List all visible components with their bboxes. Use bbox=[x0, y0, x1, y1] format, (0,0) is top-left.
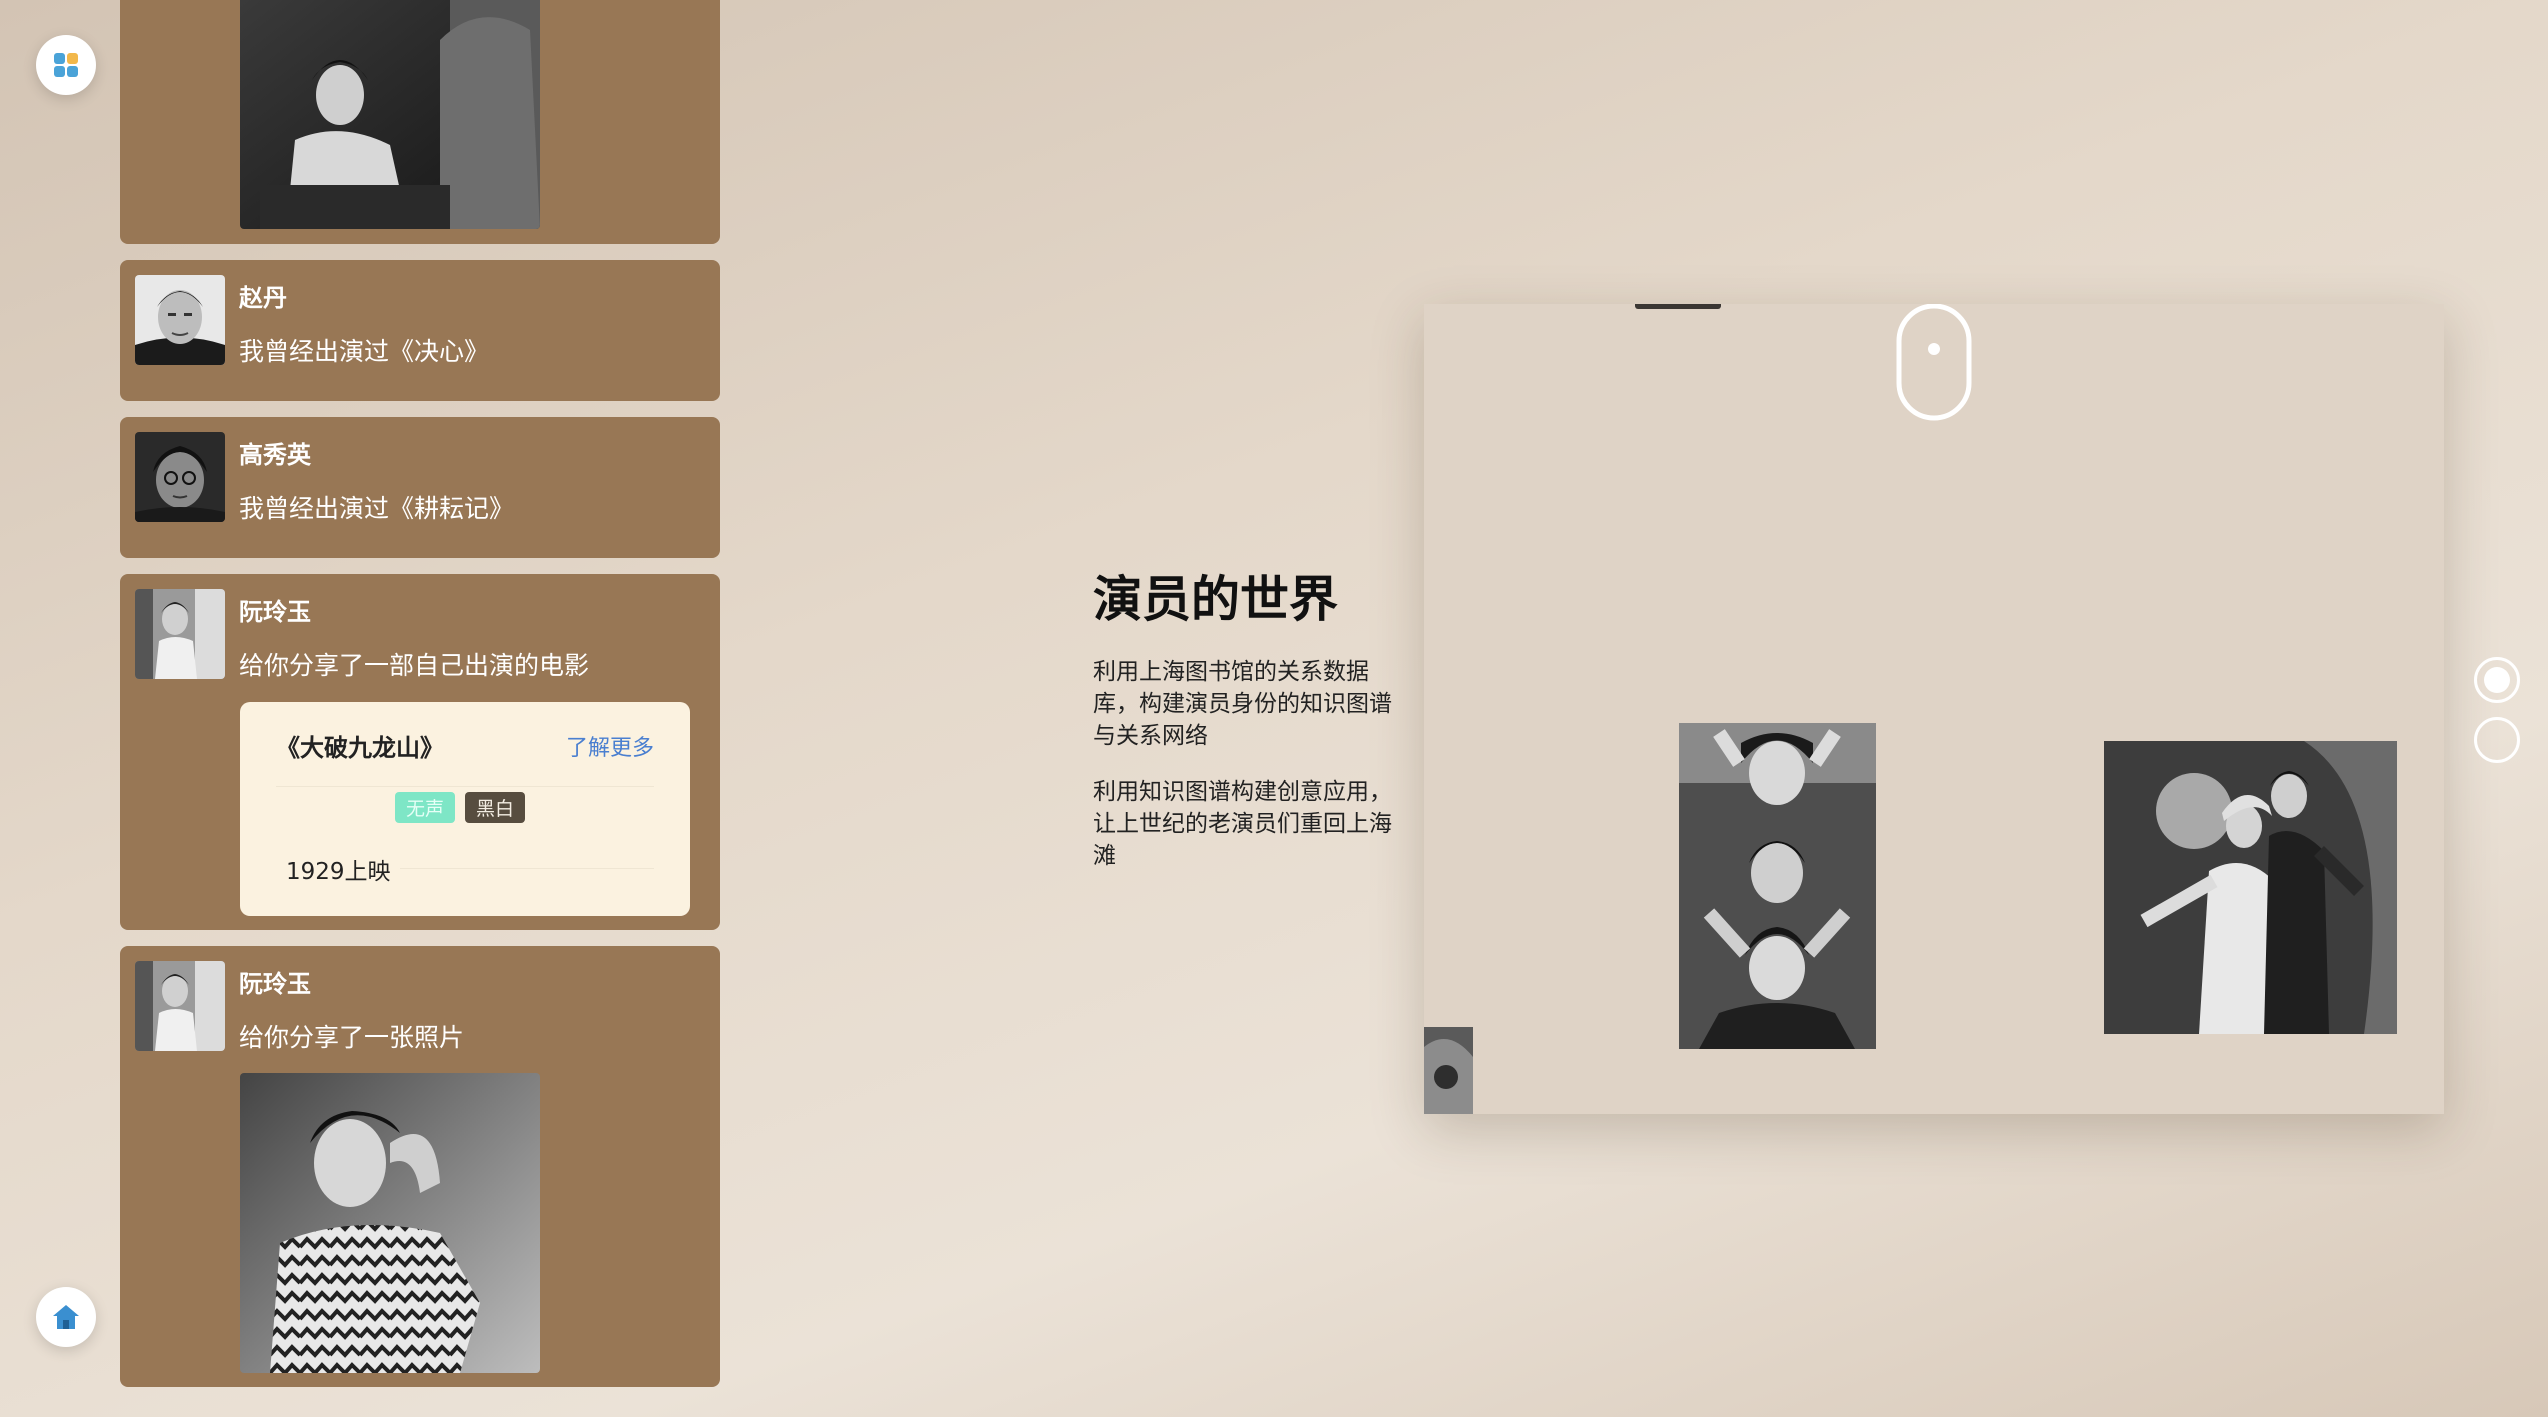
avatar bbox=[135, 275, 225, 365]
learn-more-link[interactable]: 了解更多 bbox=[566, 730, 654, 762]
feed-message: 给你分享了一部自己出演的电影 bbox=[239, 651, 590, 680]
actor-name: 阮玲玉 bbox=[239, 598, 311, 626]
feed-item[interactable]: 赵丹 我曾经出演过《决心》 bbox=[120, 260, 720, 401]
tag-black-white: 黑白 bbox=[465, 792, 525, 823]
intro-paragraph: 利用知识图谱构建创意应用，让上世纪的老演员们重回上海滩 bbox=[1093, 779, 1392, 869]
actor-name: 赵丹 bbox=[239, 284, 287, 312]
actress-trio-photo[interactable] bbox=[1679, 723, 1876, 1049]
feed-item[interactable]: 阮玲玉 给你分享了一张照片 bbox=[120, 946, 720, 1387]
apps-button[interactable] bbox=[36, 35, 96, 95]
divider bbox=[400, 868, 654, 869]
home-button[interactable] bbox=[36, 1287, 96, 1347]
actor-name: 高秀英 bbox=[239, 441, 311, 469]
photo-showcase[interactable] bbox=[1424, 304, 2444, 1114]
progress-bar bbox=[1635, 304, 1721, 309]
actor-name: 阮玲玉 bbox=[239, 970, 311, 998]
feed-item-photo-top bbox=[120, 0, 720, 244]
feed-message: 给你分享了一张照片 bbox=[239, 1023, 465, 1052]
shared-photo[interactable] bbox=[240, 1073, 540, 1373]
feed-item[interactable]: 阮玲玉 给你分享了一部自己出演的电影 《大破九龙山》 了解更多 无声 黑白 19… bbox=[120, 574, 720, 930]
cropped-photo[interactable] bbox=[1424, 1027, 1473, 1114]
avatar bbox=[135, 589, 225, 679]
dancing-couple-photo[interactable] bbox=[2104, 741, 2397, 1034]
movie-card[interactable]: 《大破九龙山》 了解更多 无声 黑白 1929上映 bbox=[240, 702, 690, 916]
avatar bbox=[135, 961, 225, 1051]
intro-paragraph: 利用上海图书馆的关系数据库，构建演员身份的知识图谱与关系网络 bbox=[1093, 659, 1392, 749]
page-title: 演员的世界 bbox=[1093, 571, 1339, 628]
feed-item[interactable]: 高秀英 我曾经出演过《耕耘记》 bbox=[120, 417, 720, 558]
feed-message: 我曾经出演过《决心》 bbox=[239, 337, 490, 366]
apps-grid-icon bbox=[54, 53, 78, 77]
feed-message: 我曾经出演过《耕耘记》 bbox=[239, 494, 515, 523]
page-dot-1[interactable] bbox=[2474, 657, 2520, 703]
mouse-scroll-icon bbox=[1896, 304, 1972, 422]
divider bbox=[276, 786, 654, 787]
release-year: 1929上映 bbox=[286, 859, 391, 885]
shared-photo[interactable] bbox=[240, 0, 540, 229]
home-icon bbox=[53, 1305, 79, 1329]
page-dot-2[interactable] bbox=[2474, 717, 2520, 763]
tag-silent: 无声 bbox=[395, 792, 455, 823]
avatar bbox=[135, 432, 225, 522]
active-dot-indicator bbox=[2484, 667, 2510, 693]
movie-title: 《大破九龙山》 bbox=[276, 734, 444, 762]
